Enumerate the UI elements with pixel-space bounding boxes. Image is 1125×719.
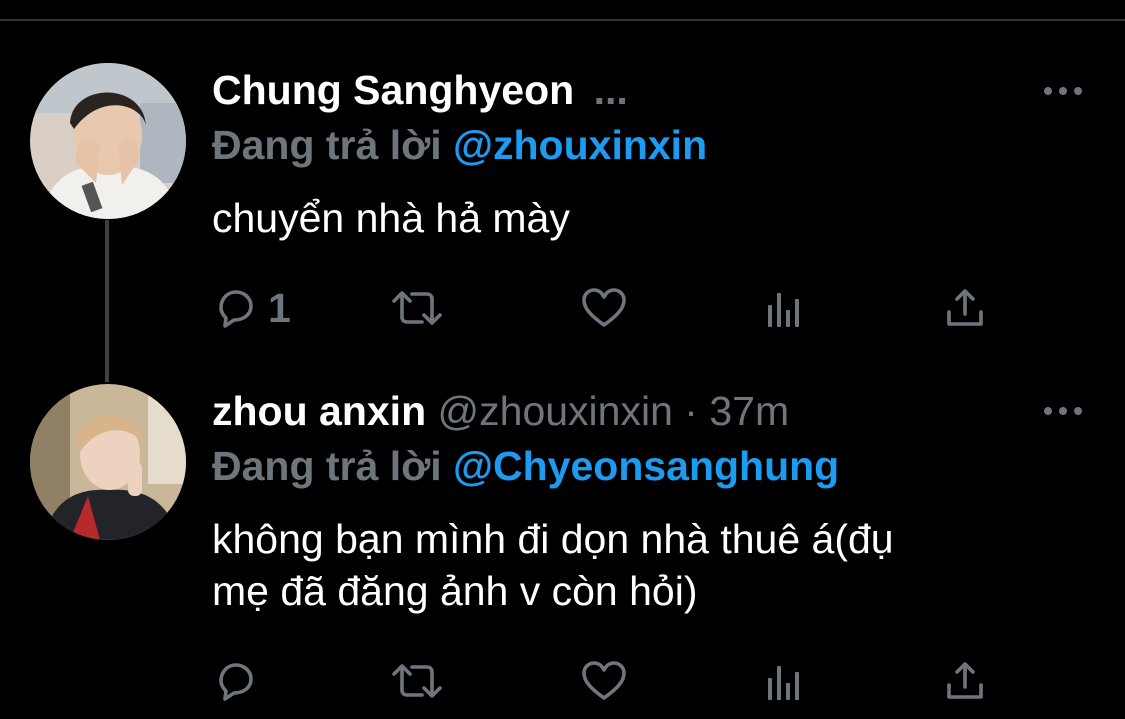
share-icon <box>947 662 983 699</box>
tweet-timestamp[interactable]: 37m <box>709 388 789 434</box>
more-icon[interactable] <box>1042 404 1084 418</box>
tweet-1-text: chuyển nhà hả mày <box>212 192 1092 244</box>
like-button[interactable] <box>580 283 628 333</box>
stats-button[interactable] <box>762 283 806 333</box>
user-handle[interactable]: @zhouxinxin <box>438 388 673 434</box>
tweet-2-action-bar <box>212 656 1012 706</box>
mention-link[interactable]: @zhouxinxin <box>453 122 707 168</box>
thread-connector-line <box>105 220 109 382</box>
replying-to-label: Đang trả lời <box>212 443 442 489</box>
avatar-chung-sanghyeon[interactable] <box>30 63 186 219</box>
reply-button[interactable] <box>212 656 258 706</box>
tweet-2-text: không bạn mình đi dọn nhà thuê á(đụ mẹ đ… <box>212 513 1092 617</box>
mention-link[interactable]: @Chyeonsanghung <box>453 443 839 489</box>
share-button[interactable] <box>942 283 988 333</box>
tweet-2-replying-to: Đang trả lời @Chyeonsanghung <box>212 446 839 487</box>
more-icon[interactable] <box>1042 84 1084 98</box>
share-button[interactable] <box>942 656 988 706</box>
tweet-text-line: mẹ đã đăng ảnh v còn hỏi) <box>212 568 698 614</box>
display-name[interactable]: zhou anxin <box>212 388 426 434</box>
display-name[interactable]: Chung Sanghyeon <box>212 67 574 113</box>
like-button[interactable] <box>580 656 628 706</box>
like-icon <box>582 661 626 700</box>
retweet-button[interactable] <box>388 656 446 706</box>
like-icon <box>582 288 626 327</box>
replying-to-label: Đang trả lời <box>212 122 442 168</box>
avatar-zhou-anxin[interactable] <box>30 384 186 540</box>
retweet-button[interactable] <box>388 283 446 333</box>
tweet-1-action-bar: 1 <box>212 283 1012 333</box>
reply-icon <box>219 290 253 328</box>
reply-button[interactable]: 1 <box>212 283 291 333</box>
stats-icon <box>768 666 799 700</box>
tweet-text-line: chuyển nhà hả mày <box>212 195 570 241</box>
name-truncation: ... <box>593 67 628 113</box>
stats-icon <box>768 293 799 327</box>
reply-icon <box>219 663 253 701</box>
stats-button[interactable] <box>762 656 806 706</box>
share-icon <box>947 289 983 326</box>
top-divider <box>0 19 1125 21</box>
tweet-text-line: không bạn mình đi dọn nhà thuê á(đụ <box>212 516 894 562</box>
dot-separator: · <box>684 388 698 434</box>
tweet-1-name-line: Chung Sanghyeon ... <box>212 70 628 111</box>
retweet-icon <box>392 291 442 325</box>
tweet-2-name-line: zhou anxin @zhouxinxin · 37m <box>212 391 789 432</box>
tweet-1-replying-to: Đang trả lời @zhouxinxin <box>212 125 707 166</box>
reply-count: 1 <box>268 284 291 331</box>
retweet-icon <box>392 664 442 698</box>
